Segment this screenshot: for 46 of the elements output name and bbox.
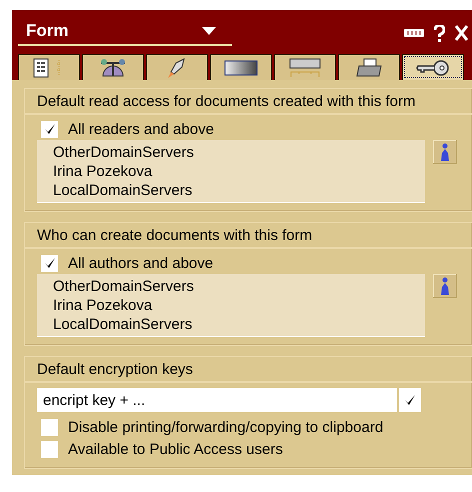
- list-item[interactable]: OtherDomainServers: [53, 143, 425, 162]
- check-icon: [44, 123, 56, 135]
- person-icon: [439, 143, 451, 161]
- scale-icon: [99, 58, 127, 78]
- names-button[interactable]: [433, 274, 457, 298]
- checkbox[interactable]: [41, 254, 58, 272]
- printer-icon: [355, 58, 383, 78]
- window-title: Form: [26, 21, 68, 41]
- names-list[interactable]: OtherDomainServers Irina Pozekova LocalDomainServers: [37, 274, 425, 337]
- tab[interactable]: [82, 54, 144, 80]
- checkbox-label: All authors and above: [68, 254, 214, 272]
- caret-icon: [202, 27, 216, 35]
- list-item[interactable]: LocalDomainServers: [53, 181, 425, 200]
- section-title: Default read access for documents created with this form: [37, 93, 416, 110]
- checkbox-label: Available to Public Access users: [68, 440, 283, 458]
- list-item[interactable]: LocalDomainServers: [53, 315, 425, 334]
- key-icon: [416, 58, 450, 76]
- encryption-keys-field[interactable]: encript key + ...: [37, 388, 397, 412]
- field-icon: [289, 58, 321, 78]
- form-dropdown[interactable]: Form: [18, 20, 232, 46]
- list-item[interactable]: Irina Pozekova: [53, 162, 425, 181]
- ruler-icon[interactable]: [404, 29, 424, 37]
- checkbox[interactable]: [41, 440, 58, 458]
- person-icon: [439, 277, 451, 295]
- tab[interactable]: [274, 54, 336, 80]
- list-item[interactable]: Irina Pozekova: [53, 296, 425, 315]
- tab[interactable]: [210, 54, 272, 80]
- names-button[interactable]: [433, 140, 457, 164]
- names-list[interactable]: OtherDomainServers Irina Pozekova LocalDomainServers: [37, 140, 425, 203]
- checkbox[interactable]: [41, 120, 58, 138]
- list-item[interactable]: OtherDomainServers: [53, 277, 425, 296]
- check-icon: [404, 394, 416, 406]
- tab[interactable]: [338, 54, 400, 80]
- close-icon[interactable]: [455, 25, 468, 41]
- check-icon: [44, 257, 56, 269]
- checkbox-label: All readers and above: [68, 120, 214, 138]
- section-title: Who can create documents with this form: [37, 227, 312, 244]
- checkbox-label: Disable printing/forwarding/copying to clipboard: [68, 418, 384, 436]
- keys-button[interactable]: [399, 388, 421, 412]
- tab[interactable]: [402, 54, 464, 80]
- tab[interactable]: [146, 54, 208, 80]
- gradient-icon: [224, 60, 258, 76]
- help-icon[interactable]: [434, 24, 445, 42]
- checkbox[interactable]: [41, 418, 58, 436]
- section-title: Default encryption keys: [37, 361, 193, 378]
- tab[interactable]: [18, 54, 80, 80]
